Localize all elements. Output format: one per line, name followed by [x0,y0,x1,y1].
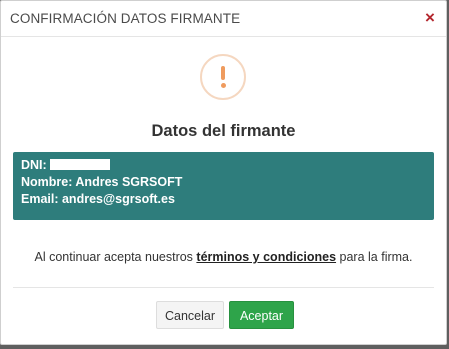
dni-redaction [49,159,110,170]
exclamation-dot [220,83,226,88]
signer-confirmation-dialog: CONFIRMACIÓN DATOS FIRMANTE × Datos del … [0,0,447,345]
terms-suffix: para la firma. [339,250,413,264]
dialog-title: CONFIRMACIÓN DATOS FIRMANTE [10,11,241,26]
terms-prefix: Al continuar acepta nuestros [34,250,193,264]
dni-line: DNI: [21,157,426,174]
dialog-header: CONFIRMACIÓN DATOS FIRMANTE × [1,1,446,37]
footer-divider [13,287,434,288]
terms-link[interactable]: términos y condiciones [196,250,336,264]
terms-text: Al continuar acepta nuestros términos y … [1,250,446,264]
exclamation-circle-icon [200,54,246,100]
exclamation-bar [221,66,225,80]
section-title: Datos del firmante [151,122,296,140]
close-icon[interactable]: × [422,9,438,26]
cancel-button[interactable]: Cancelar [156,301,224,329]
name-line: Nombre: Andres SGRSOFT [21,175,183,189]
signer-info-box: DNI: Nombre: Andres SGRSOFT Email: andre… [13,152,434,220]
accept-button[interactable]: Aceptar [229,301,294,329]
dni-label: DNI: [21,158,47,172]
email-line: Email: andres@sgrsoft.es [21,192,175,206]
